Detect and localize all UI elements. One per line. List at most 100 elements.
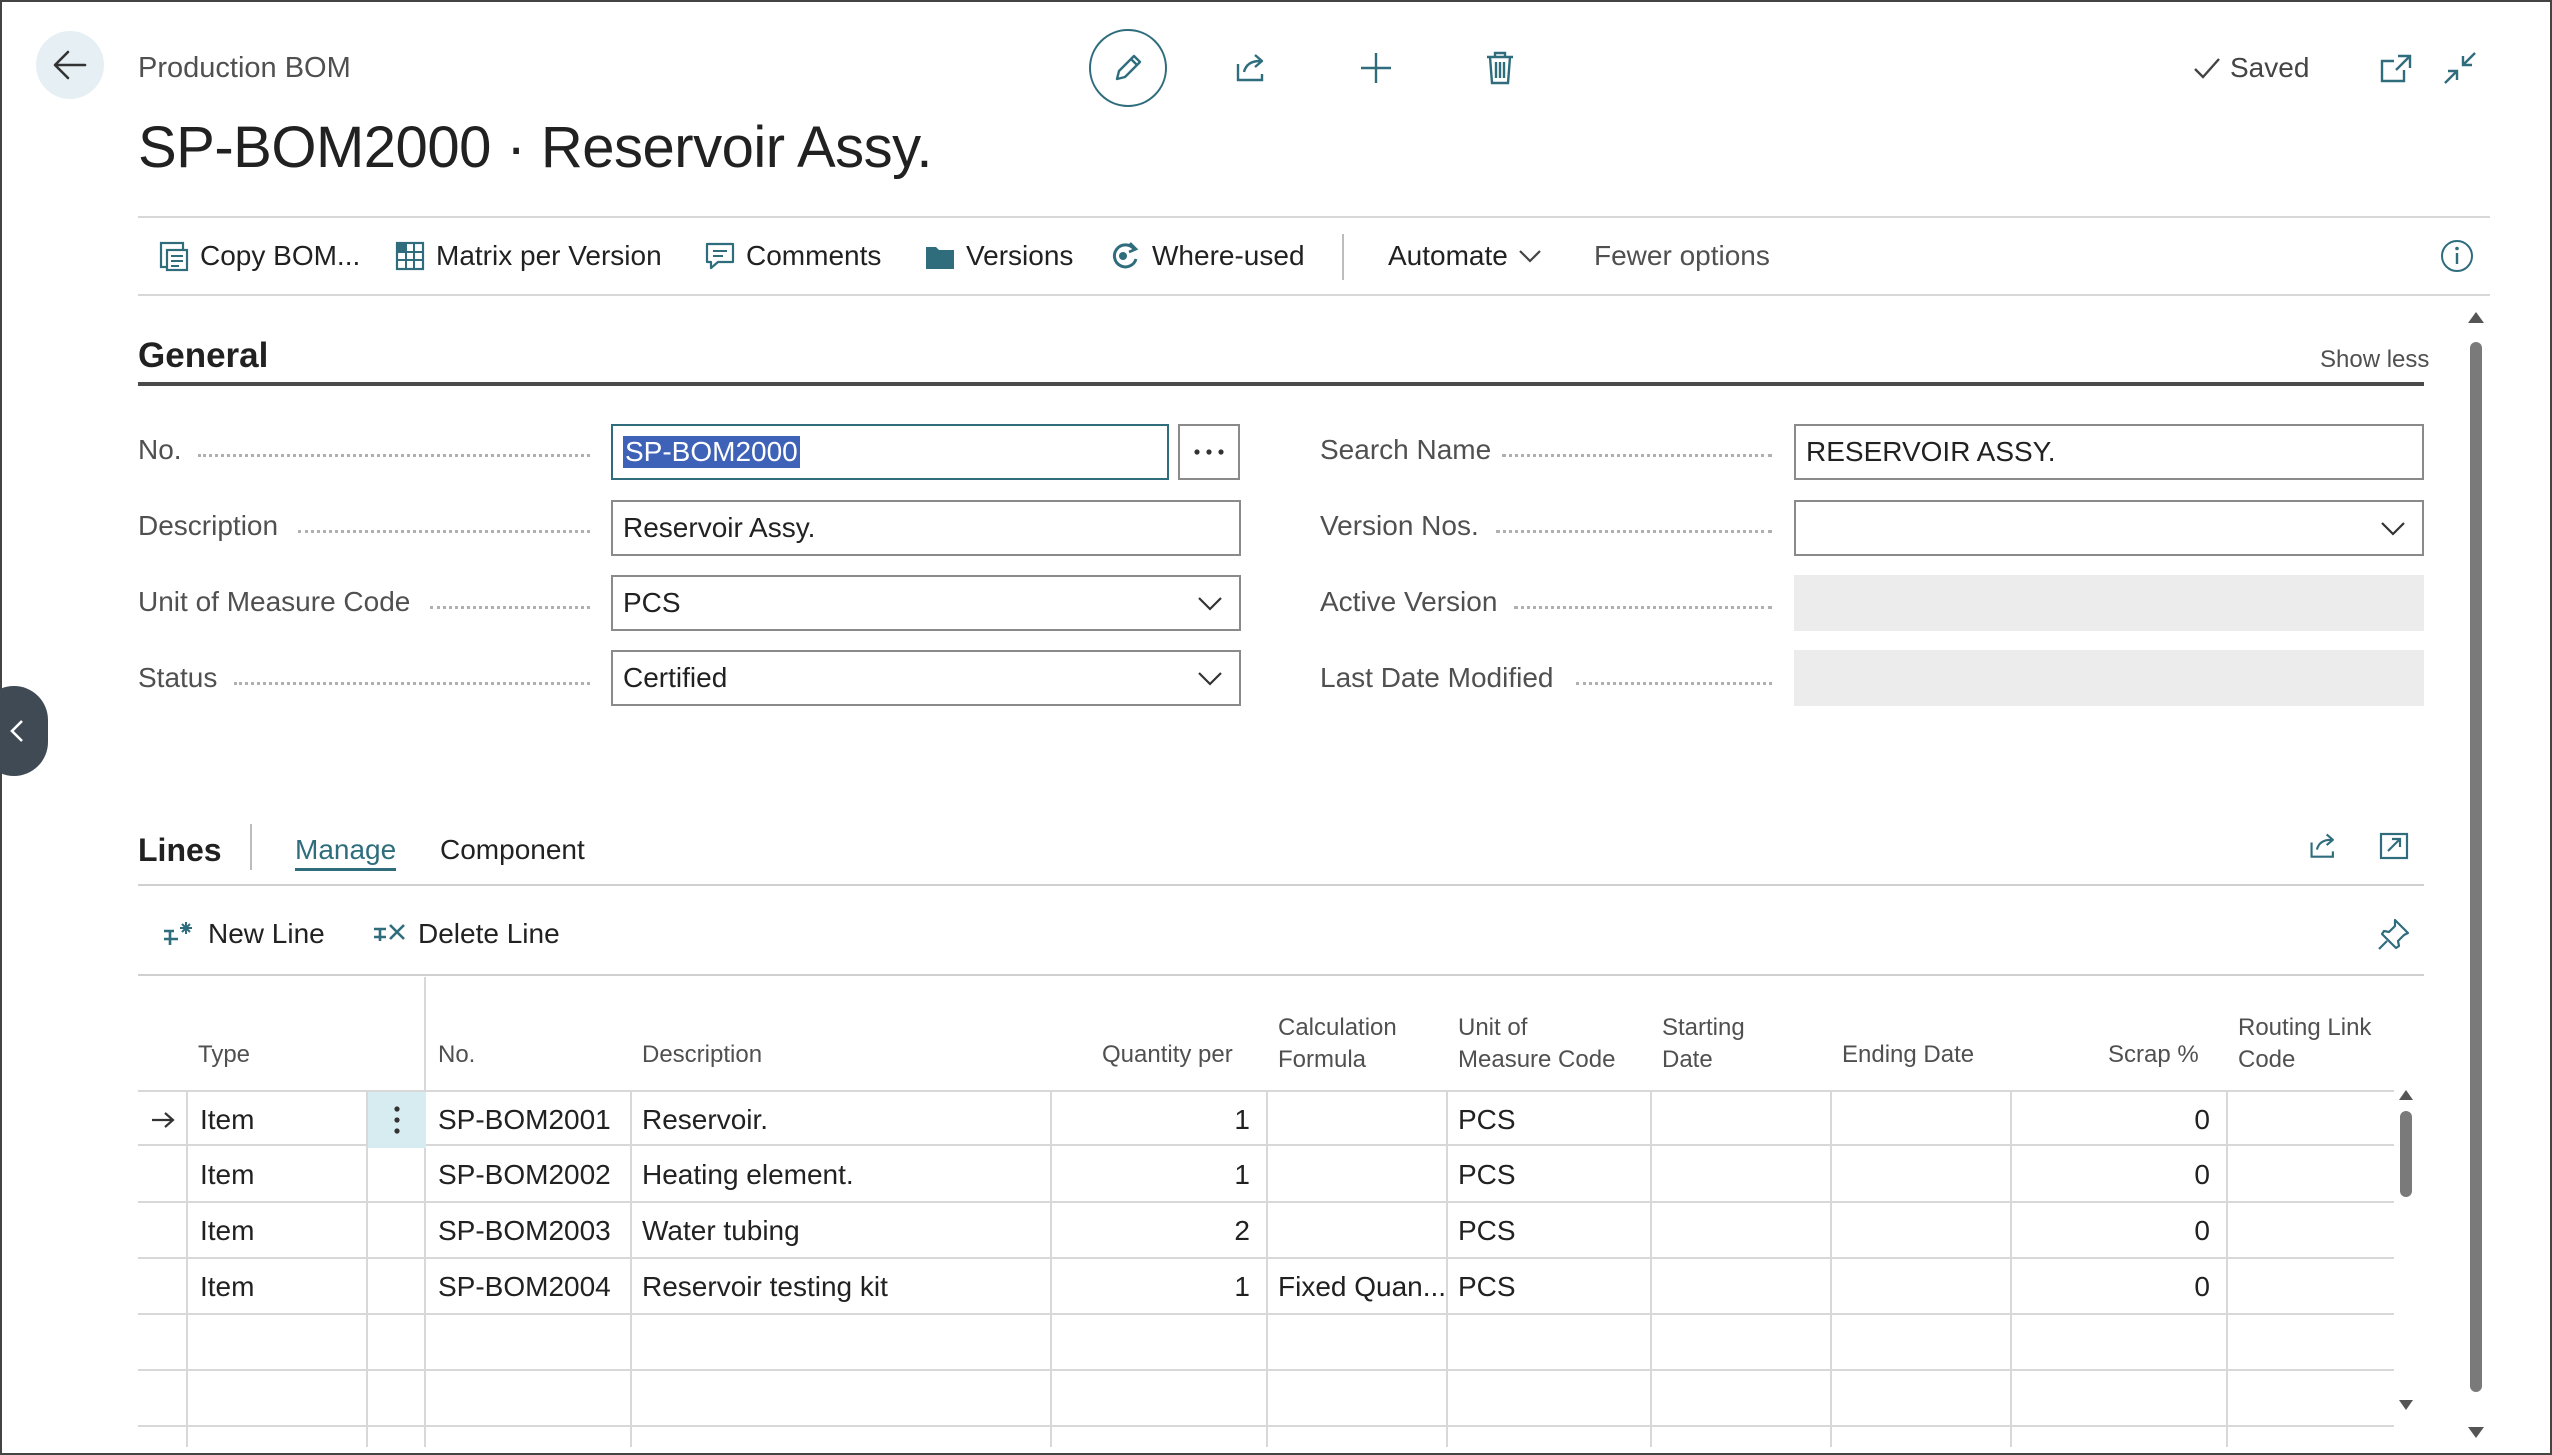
cell-unit-of-measure[interactable]: PCS (1446, 1147, 1650, 1203)
uom-select[interactable]: PCS (611, 575, 1241, 631)
where-used-button[interactable]: Where-used (1108, 218, 1305, 294)
cell-calculation-formula[interactable]: Fixed Quan... (1266, 1259, 1446, 1315)
cell-description[interactable]: Reservoir. (630, 1092, 1050, 1148)
lines-expand-button[interactable] (2372, 826, 2416, 866)
col-header-routing-link-code[interactable]: Routing Link Code (2238, 1012, 2371, 1076)
open-new-window-button[interactable] (2374, 48, 2418, 88)
cell-starting-date[interactable] (1650, 1092, 1830, 1148)
ellipsis-icon (1194, 449, 1224, 455)
cell-description[interactable]: Reservoir testing kit (630, 1259, 1050, 1315)
delete-line-button[interactable]: Delete Line (372, 914, 560, 954)
chevron-left-icon (10, 720, 23, 742)
cell-unit-of-measure[interactable]: PCS (1446, 1259, 1650, 1315)
description-field[interactable]: Reservoir Assy. (611, 500, 1241, 556)
no-field-value: SP-BOM2000 (623, 436, 800, 468)
version-nos-label-dots (1496, 530, 1772, 533)
collapse-button[interactable] (2438, 46, 2482, 90)
col-header-scrap[interactable]: Scrap % (2108, 1039, 2199, 1071)
grid-col-divider (186, 1090, 188, 1447)
new-line-button[interactable]: New Line (162, 914, 325, 954)
search-name-field[interactable]: RESERVOIR ASSY. (1794, 424, 2424, 480)
version-nos-select[interactable] (1794, 500, 2424, 556)
grid-col-divider (1266, 1090, 1268, 1447)
col-header-quantity-per[interactable]: Quantity per (1102, 1039, 1233, 1071)
tab-manage[interactable]: Manage (295, 834, 397, 871)
status-label-dots (234, 682, 590, 685)
cell-quantity-per[interactable]: 1 (1050, 1147, 1266, 1203)
cell-unit-of-measure[interactable]: PCS (1446, 1203, 1650, 1259)
general-section-title[interactable]: General (138, 336, 268, 376)
cell-no[interactable]: SP-BOM2003 (426, 1203, 630, 1259)
cell-scrap[interactable]: 0 (2010, 1203, 2226, 1259)
cell-type[interactable]: Item (188, 1259, 368, 1315)
action-bar-separator (1342, 234, 1344, 280)
factbox-toggle-button[interactable] (0, 686, 48, 776)
chevron-down-icon (1198, 672, 1222, 686)
col-header-type[interactable]: Type (198, 1039, 250, 1071)
cell-description[interactable]: Water tubing (630, 1203, 1050, 1259)
edit-button[interactable] (1089, 29, 1167, 107)
new-button[interactable] (1354, 46, 1398, 90)
cell-scrap[interactable]: 0 (2010, 1092, 2226, 1148)
cell-type[interactable]: Item (188, 1147, 368, 1203)
cell-calculation-formula[interactable] (1266, 1147, 1446, 1203)
col-header-ending-date[interactable]: Ending Date (1842, 1039, 1974, 1071)
col-header-description[interactable]: Description (642, 1039, 762, 1071)
automate-menu[interactable]: Automate (1388, 218, 1542, 294)
row-actions-button[interactable] (368, 1092, 426, 1148)
grid-col-divider (1050, 1090, 1052, 1447)
col-header-calculation-formula[interactable]: Calculation Formula (1278, 1012, 1397, 1076)
info-icon (2441, 240, 2473, 272)
pin-icon (2378, 918, 2410, 950)
personalize-button[interactable] (2372, 912, 2416, 956)
lines-header-rule (138, 884, 2424, 886)
back-button[interactable] (36, 31, 104, 99)
cell-calculation-formula[interactable] (1266, 1092, 1446, 1148)
cell-description[interactable]: Heating element. (630, 1147, 1050, 1203)
last-date-modified-label-dots (1576, 682, 1772, 685)
copy-bom-button[interactable]: Copy BOM... (158, 218, 360, 294)
cell-quantity-per[interactable]: 2 (1050, 1203, 1266, 1259)
cell-no[interactable]: SP-BOM2002 (426, 1147, 630, 1203)
cell-type[interactable]: Item (188, 1203, 368, 1259)
cell-quantity-per[interactable]: 1 (1050, 1259, 1266, 1315)
where-used-icon (1112, 242, 1139, 269)
comments-button[interactable]: Comments (704, 218, 881, 294)
cell-no[interactable]: SP-BOM2001 (426, 1092, 630, 1148)
lines-section-title[interactable]: Lines (138, 832, 222, 869)
cell-unit-of-measure[interactable]: PCS (1446, 1092, 1650, 1148)
grid-scrollbar[interactable] (2394, 1087, 2418, 1417)
cell-scrap[interactable]: 0 (2010, 1147, 2226, 1203)
page-scrollbar-thumb[interactable] (2470, 342, 2482, 1392)
no-assist-edit-button[interactable] (1178, 424, 1240, 480)
arrow-left-icon (53, 50, 87, 80)
tab-component[interactable]: Component (440, 834, 585, 866)
cell-routing-link-code[interactable] (2226, 1092, 2394, 1148)
share-button[interactable] (1230, 46, 1274, 90)
col-header-starting-date[interactable]: Starting Date (1662, 1012, 1745, 1076)
search-name-label-dots (1502, 454, 1772, 457)
page-scrollbar[interactable] (2464, 306, 2488, 1448)
versions-button[interactable]: Versions (924, 218, 1073, 294)
cell-scrap[interactable]: 0 (2010, 1259, 2226, 1315)
cell-ending-date[interactable] (1830, 1092, 2010, 1148)
page-title: SP-BOM2000 · Reservoir Assy. (138, 115, 932, 180)
delete-button[interactable] (1478, 46, 1522, 90)
grid-scrollbar-thumb[interactable] (2400, 1111, 2412, 1197)
info-button[interactable] (2440, 218, 2474, 294)
lines-share-button[interactable] (2302, 826, 2346, 866)
cell-no[interactable]: SP-BOM2004 (426, 1259, 630, 1315)
status-select[interactable]: Certified (611, 650, 1241, 706)
fewer-options-button[interactable]: Fewer options (1594, 218, 1770, 294)
grid-col-divider (1446, 1090, 1448, 1447)
col-header-no[interactable]: No. (438, 1039, 475, 1071)
matrix-per-version-button[interactable]: Matrix per Version (394, 218, 662, 294)
show-less-link[interactable]: Show less (2320, 346, 2429, 374)
cell-type[interactable]: Item (188, 1092, 368, 1148)
no-field[interactable]: SP-BOM2000 (611, 424, 1169, 480)
col-header-unit-of-measure[interactable]: Unit of Measure Code (1458, 1012, 1615, 1076)
cell-calculation-formula[interactable] (1266, 1203, 1446, 1259)
cell-quantity-per[interactable]: 1 (1050, 1092, 1266, 1148)
grid-col-divider (630, 1090, 632, 1447)
version-nos-label: Version Nos. (1320, 510, 1479, 541)
